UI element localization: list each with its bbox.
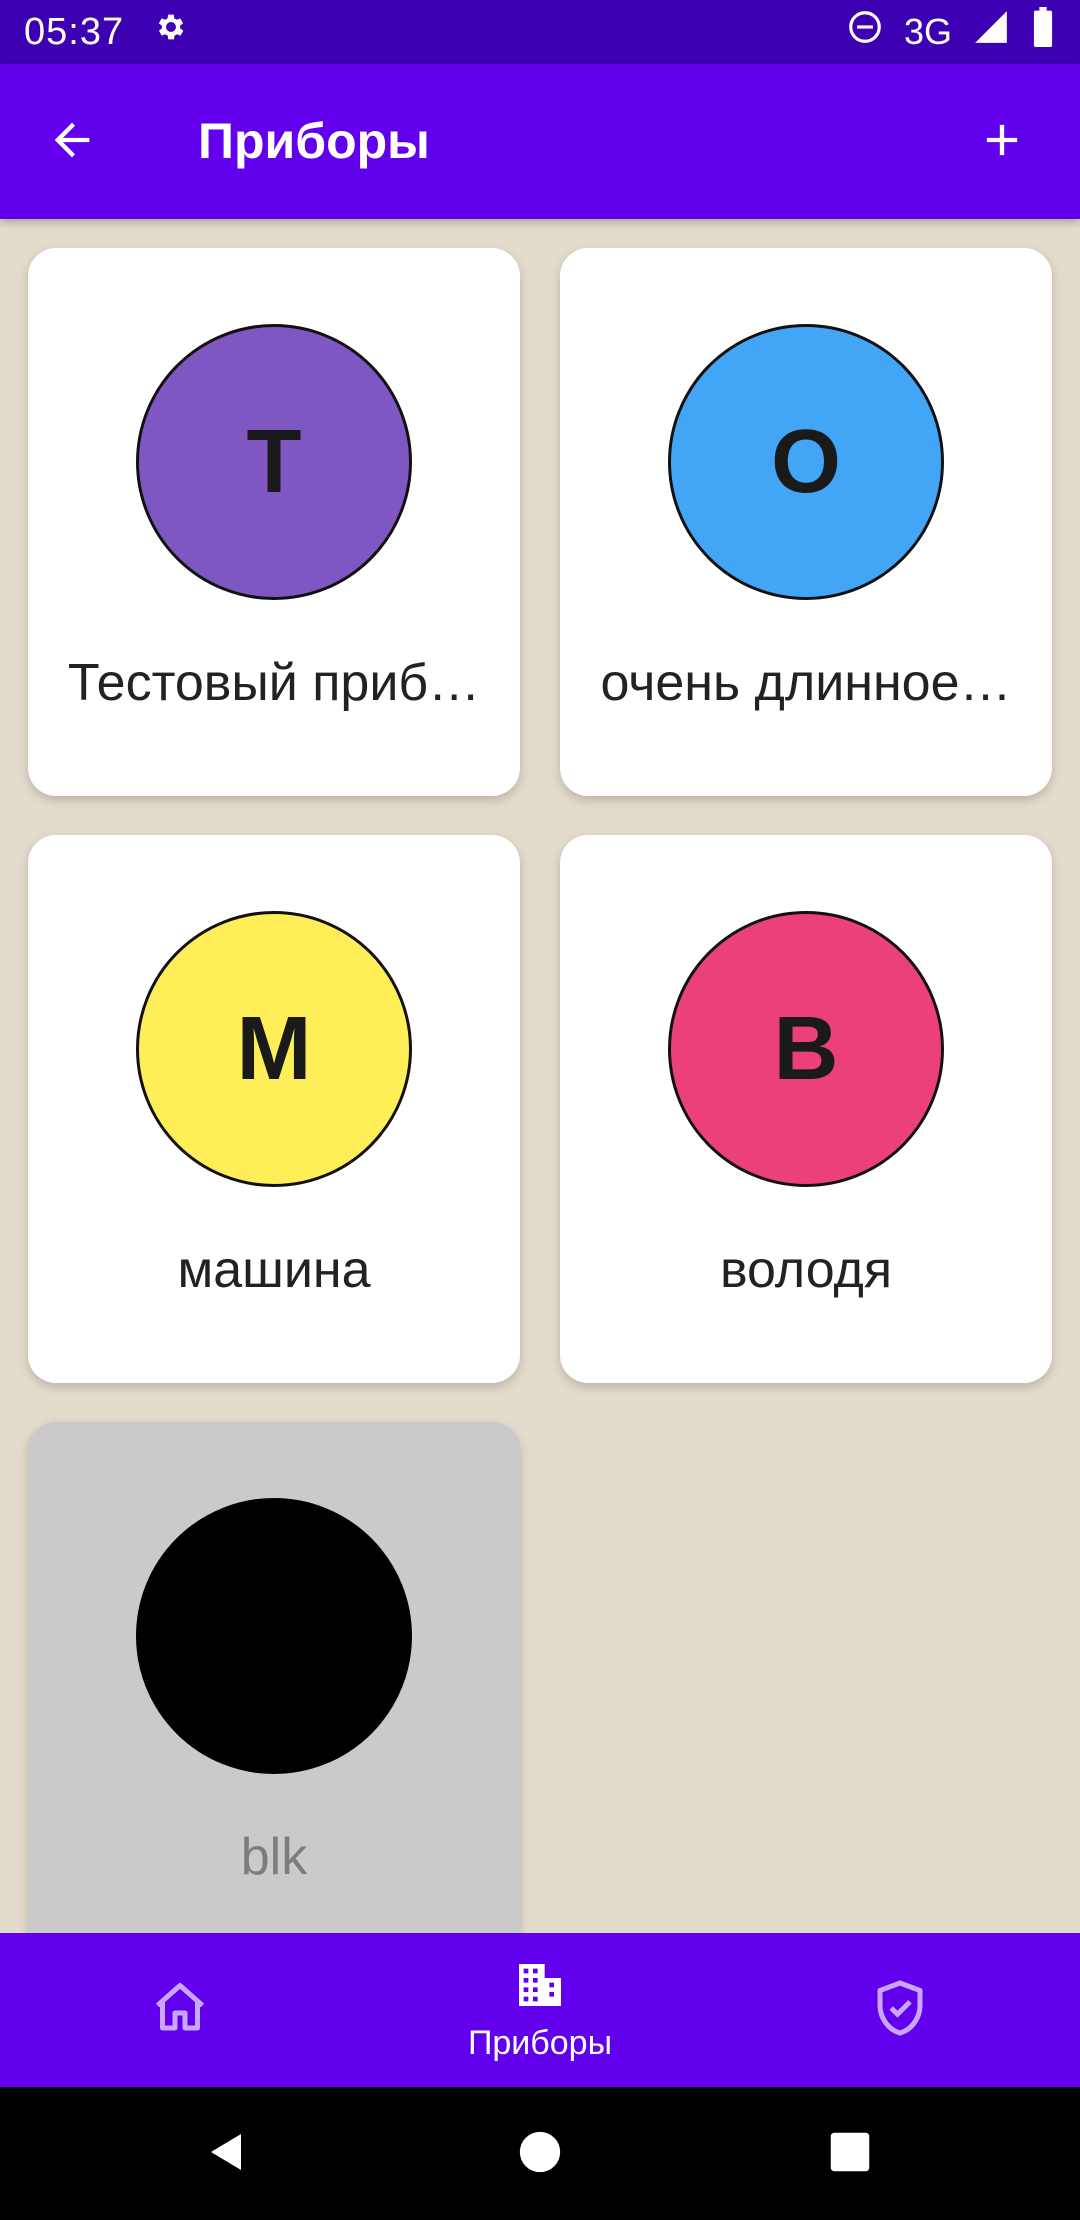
nav-item-devices[interactable]: Приборы: [360, 1933, 720, 2087]
device-avatar: [136, 1498, 412, 1774]
system-navigation-bar: [0, 2087, 1080, 2220]
building-icon: [512, 1957, 568, 2018]
nav-item-security[interactable]: [720, 1933, 1080, 2087]
device-initial: М: [236, 998, 312, 1099]
battery-icon: [1030, 7, 1056, 57]
shield-check-icon: [870, 1978, 930, 2043]
device-card[interactable]: В володя: [560, 835, 1052, 1383]
network-type: 3G: [903, 11, 952, 52]
device-card[interactable]: М машина: [28, 835, 520, 1383]
device-card[interactable]: О очень длинное…: [560, 248, 1052, 796]
device-grid: Т Тестовый приб… О очень длинное… М маши…: [0, 219, 1080, 1933]
device-card[interactable]: Т Тестовый приб…: [28, 248, 520, 796]
plus-icon: [976, 114, 1028, 171]
nav-item-label: Приборы: [467, 2024, 613, 2062]
square-recents-icon: [829, 2131, 871, 2178]
back-button[interactable]: [40, 110, 104, 174]
triangle-back-icon: [203, 2128, 251, 2181]
device-initial: В: [773, 998, 839, 1099]
status-bar: 05:37 3G: [0, 0, 1080, 64]
device-name: володя: [719, 1241, 893, 1299]
device-avatar: Т: [136, 324, 412, 600]
device-name: очень длинное…: [600, 654, 1012, 712]
do-not-disturb-icon: [846, 8, 884, 56]
device-initial: О: [770, 411, 841, 512]
circle-home-icon: [518, 2130, 562, 2179]
signal-icon: [972, 8, 1010, 56]
page-title: Приборы: [198, 113, 430, 169]
device-avatar: В: [668, 911, 944, 1187]
device-name: blk: [240, 1828, 308, 1886]
device-card[interactable]: blk: [28, 1422, 520, 1933]
nav-item-home[interactable]: [0, 1933, 360, 2087]
add-device-button[interactable]: [970, 110, 1034, 174]
app-bar: Приборы: [0, 64, 1080, 219]
settings-gear-icon: [154, 10, 188, 54]
device-name: Тестовый приб…: [67, 654, 481, 712]
home-icon: [150, 1978, 210, 2043]
device-initial: Т: [246, 411, 302, 512]
device-name: машина: [177, 1241, 371, 1299]
bottom-navigation: Приборы: [0, 1933, 1080, 2087]
device-avatar: М: [136, 911, 412, 1187]
device-avatar: О: [668, 324, 944, 600]
system-recents-button[interactable]: [823, 2127, 877, 2181]
arrow-left-icon: [46, 114, 98, 171]
status-time: 05:37: [24, 10, 125, 53]
system-home-button[interactable]: [513, 2127, 567, 2181]
system-back-button[interactable]: [200, 2127, 254, 2181]
